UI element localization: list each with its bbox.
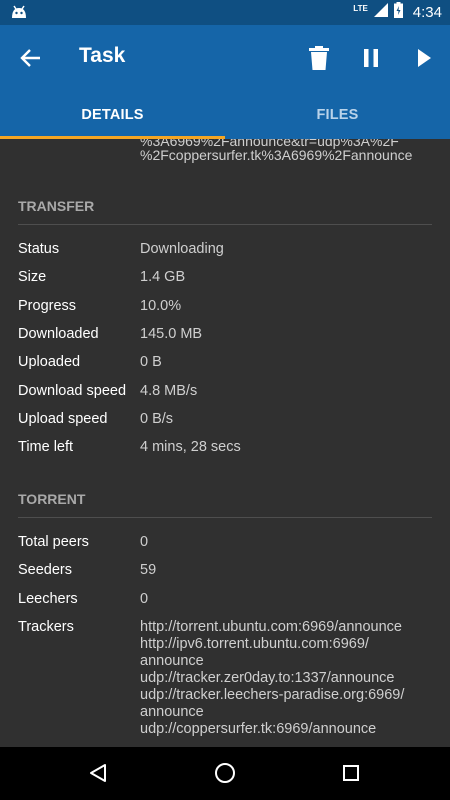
details-content[interactable]: %3A6969%2Fannounce&tr=udp%3A%2F %2Fcoppe… xyxy=(0,139,450,747)
tab-bar: DETAILS FILES xyxy=(0,91,450,139)
row-label-status: Status xyxy=(18,241,60,257)
row-label-leechers: Leechers xyxy=(18,591,78,607)
section-heading-transfer: TRANSFER xyxy=(18,198,95,214)
network-type: LTE xyxy=(353,4,368,13)
section-divider xyxy=(18,224,432,225)
tracker-line: http://ipv6.torrent.ubuntu.com:6969/ xyxy=(140,636,369,652)
row-label-seeders: Seeders xyxy=(18,562,73,578)
tracker-line: announce xyxy=(140,653,204,669)
tab-details[interactable]: DETAILS xyxy=(0,91,225,139)
row-label-progress: Progress xyxy=(18,298,77,314)
row-label-download-speed: Download speed xyxy=(18,383,127,399)
row-value-upload-speed: 0 B/s xyxy=(140,411,174,427)
recents-square-icon[interactable] xyxy=(338,760,364,786)
status-clock: 4:34 xyxy=(412,4,442,21)
back-arrow-icon[interactable] xyxy=(18,45,44,71)
signal-icon xyxy=(373,3,388,22)
row-label-trackers: Trackers xyxy=(18,619,74,635)
tab-files[interactable]: FILES xyxy=(225,91,450,139)
home-circle-icon[interactable] xyxy=(212,760,238,786)
row-label-size: Size xyxy=(18,269,47,285)
battery-charging-icon xyxy=(393,2,403,23)
row-label-time-left: Time left xyxy=(18,439,74,455)
row-value-leechers: 0 xyxy=(140,591,149,607)
android-debug-icon xyxy=(10,4,28,25)
tracker-line: http://torrent.ubuntu.com:6969/announce xyxy=(140,619,402,635)
app-bar: Task xyxy=(0,25,450,91)
row-value-uploaded: 0 B xyxy=(140,354,162,370)
section-divider xyxy=(18,517,432,518)
page-title: Task xyxy=(79,44,126,67)
system-nav-bar xyxy=(0,747,450,800)
magnet-partial-line: %2Fcoppersurfer.tk%3A6969%2Fannounce xyxy=(140,147,413,163)
row-label-total-peers: Total peers xyxy=(18,534,89,550)
row-value-progress: 10.0% xyxy=(140,298,182,314)
play-icon[interactable] xyxy=(410,44,438,72)
row-value-time-left: 4 mins, 28 secs xyxy=(140,439,241,455)
pause-icon[interactable] xyxy=(357,44,385,72)
tracker-line: announce xyxy=(140,704,204,720)
row-value-downloaded: 145.0 MB xyxy=(140,326,203,342)
delete-icon[interactable] xyxy=(305,44,333,72)
row-value-download-speed: 4.8 MB/s xyxy=(140,383,198,399)
row-value-seeders: 59 xyxy=(140,562,157,578)
row-label-upload-speed: Upload speed xyxy=(18,411,108,427)
row-label-downloaded: Downloaded xyxy=(18,326,99,342)
row-value-status: Downloading xyxy=(140,241,224,257)
row-value-size: 1.4 GB xyxy=(140,269,186,285)
row-label-uploaded: Uploaded xyxy=(18,354,81,370)
tracker-line: udp://coppersurfer.tk:6969/announce xyxy=(140,721,377,737)
section-heading-torrent: TORRENT xyxy=(18,491,86,507)
row-value-total-peers: 0 xyxy=(140,534,149,550)
back-triangle-icon[interactable] xyxy=(85,760,111,786)
tracker-line: udp://tracker.leechers-paradise.org:6969… xyxy=(140,687,405,703)
tracker-line: udp://tracker.zer0day.to:1337/announce xyxy=(140,670,395,686)
status-bar: LTE 4:34 xyxy=(0,0,450,25)
